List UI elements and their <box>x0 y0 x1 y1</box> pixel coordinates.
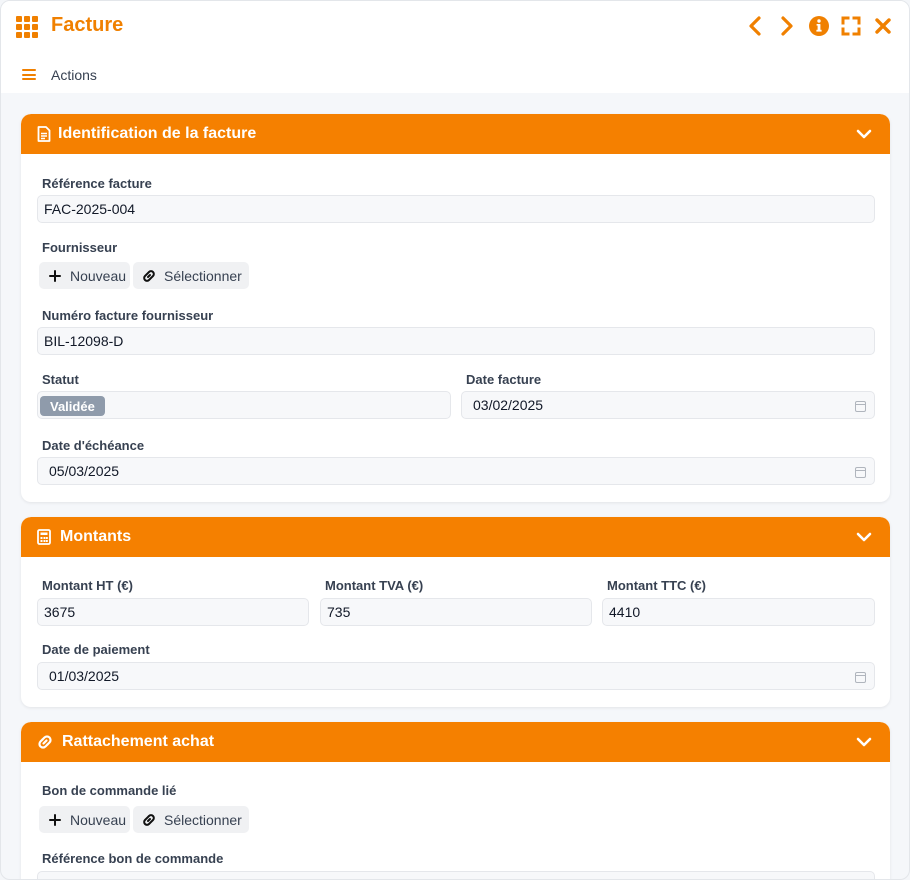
payment-date-field[interactable]: 01/03/2025 <box>37 662 875 690</box>
invoice-date-label: Date facture <box>466 372 542 387</box>
hamburger-menu-icon[interactable] <box>22 69 36 80</box>
previous-icon[interactable] <box>744 15 766 37</box>
status-field[interactable]: Validée <box>37 391 451 419</box>
close-icon[interactable] <box>872 15 894 37</box>
button-label: Sélectionner <box>164 811 242 828</box>
section-amounts-header[interactable]: Montants <box>21 517 890 557</box>
payment-date-value: 01/03/2025 <box>49 668 120 684</box>
section-purchase-link: Rattachement achat Bon de commande lié N… <box>21 722 890 879</box>
section-title: Montants <box>60 528 132 545</box>
calendar-icon[interactable] <box>855 672 866 683</box>
section-purchase-link-header[interactable]: Rattachement achat <box>21 722 890 762</box>
section-amounts: Montants Montant HT (€) 3675 Montant TVA… <box>21 517 890 707</box>
amount-ht-field[interactable]: 3675 <box>37 598 309 626</box>
order-new-button[interactable]: Nouveau <box>39 806 130 833</box>
calendar-icon[interactable] <box>855 401 866 412</box>
reference-label: Référence facture <box>42 176 152 191</box>
status-label: Statut <box>42 372 79 387</box>
supplier-invoice-field[interactable]: BIL-12098-D <box>37 327 875 355</box>
amount-ht-label: Montant HT (€) <box>42 578 133 593</box>
fullscreen-icon[interactable] <box>840 15 862 37</box>
link-icon <box>143 813 155 826</box>
invoice-date-field[interactable]: 03/02/2025 <box>461 391 875 419</box>
order-select-button[interactable]: Sélectionner <box>133 806 249 833</box>
button-label: Sélectionner <box>164 267 242 284</box>
due-date-label: Date d'échéance <box>42 438 145 453</box>
actions-menu[interactable]: Actions <box>51 67 97 83</box>
amount-tva-label: Montant TVA (€) <box>325 578 424 593</box>
next-icon[interactable] <box>776 15 798 37</box>
purchase-order-label: Bon de commande lié <box>42 783 177 798</box>
reference-field[interactable]: FAC-2025-004 <box>37 195 875 223</box>
section-identification: Identification de la facture Référence f… <box>21 114 890 502</box>
document-icon <box>37 126 51 142</box>
payment-date-label: Date de paiement <box>42 642 150 657</box>
invoice-window: Facture Actions Identification de la fac… <box>0 0 910 880</box>
order-ref-label: Référence bon de commande <box>42 851 224 866</box>
status-badge: Validée <box>40 396 105 416</box>
info-icon[interactable] <box>808 15 830 37</box>
section-identification-header[interactable]: Identification de la facture <box>21 114 890 154</box>
apps-grid-icon[interactable] <box>16 16 40 38</box>
section-title: Rattachement achat <box>62 733 215 750</box>
title-bar: Facture <box>1 1 909 53</box>
window-controls <box>744 15 894 37</box>
amount-ttc-label: Montant TTC (€) <box>607 578 706 593</box>
button-label: Nouveau <box>70 267 127 284</box>
amount-ttc-field[interactable]: 4410 <box>602 598 875 626</box>
window-title: Facture <box>51 14 124 36</box>
supplier-label: Fournisseur <box>42 240 118 255</box>
calendar-icon[interactable] <box>855 467 866 478</box>
plus-icon <box>48 813 62 827</box>
chevron-down-icon[interactable] <box>856 127 872 141</box>
amount-tva-field[interactable]: 735 <box>320 598 592 626</box>
chevron-down-icon[interactable] <box>856 735 872 749</box>
calculator-icon <box>37 529 51 545</box>
order-ref-field[interactable] <box>37 871 875 879</box>
due-date-value: 05/03/2025 <box>49 463 120 479</box>
button-label: Nouveau <box>70 811 127 828</box>
plus-icon <box>48 269 62 283</box>
supplier-new-button[interactable]: Nouveau <box>39 262 130 289</box>
chevron-down-icon[interactable] <box>856 530 872 544</box>
supplier-select-button[interactable]: Sélectionner <box>133 262 249 289</box>
supplier-invoice-label: Numéro facture fournisseur <box>42 308 214 323</box>
section-title: Identification de la facture <box>58 125 257 142</box>
link-icon <box>38 735 52 749</box>
link-icon <box>143 269 155 282</box>
due-date-field[interactable]: 05/03/2025 <box>37 457 875 485</box>
invoice-date-value: 03/02/2025 <box>473 397 544 413</box>
actions-bar: Actions <box>1 53 909 93</box>
